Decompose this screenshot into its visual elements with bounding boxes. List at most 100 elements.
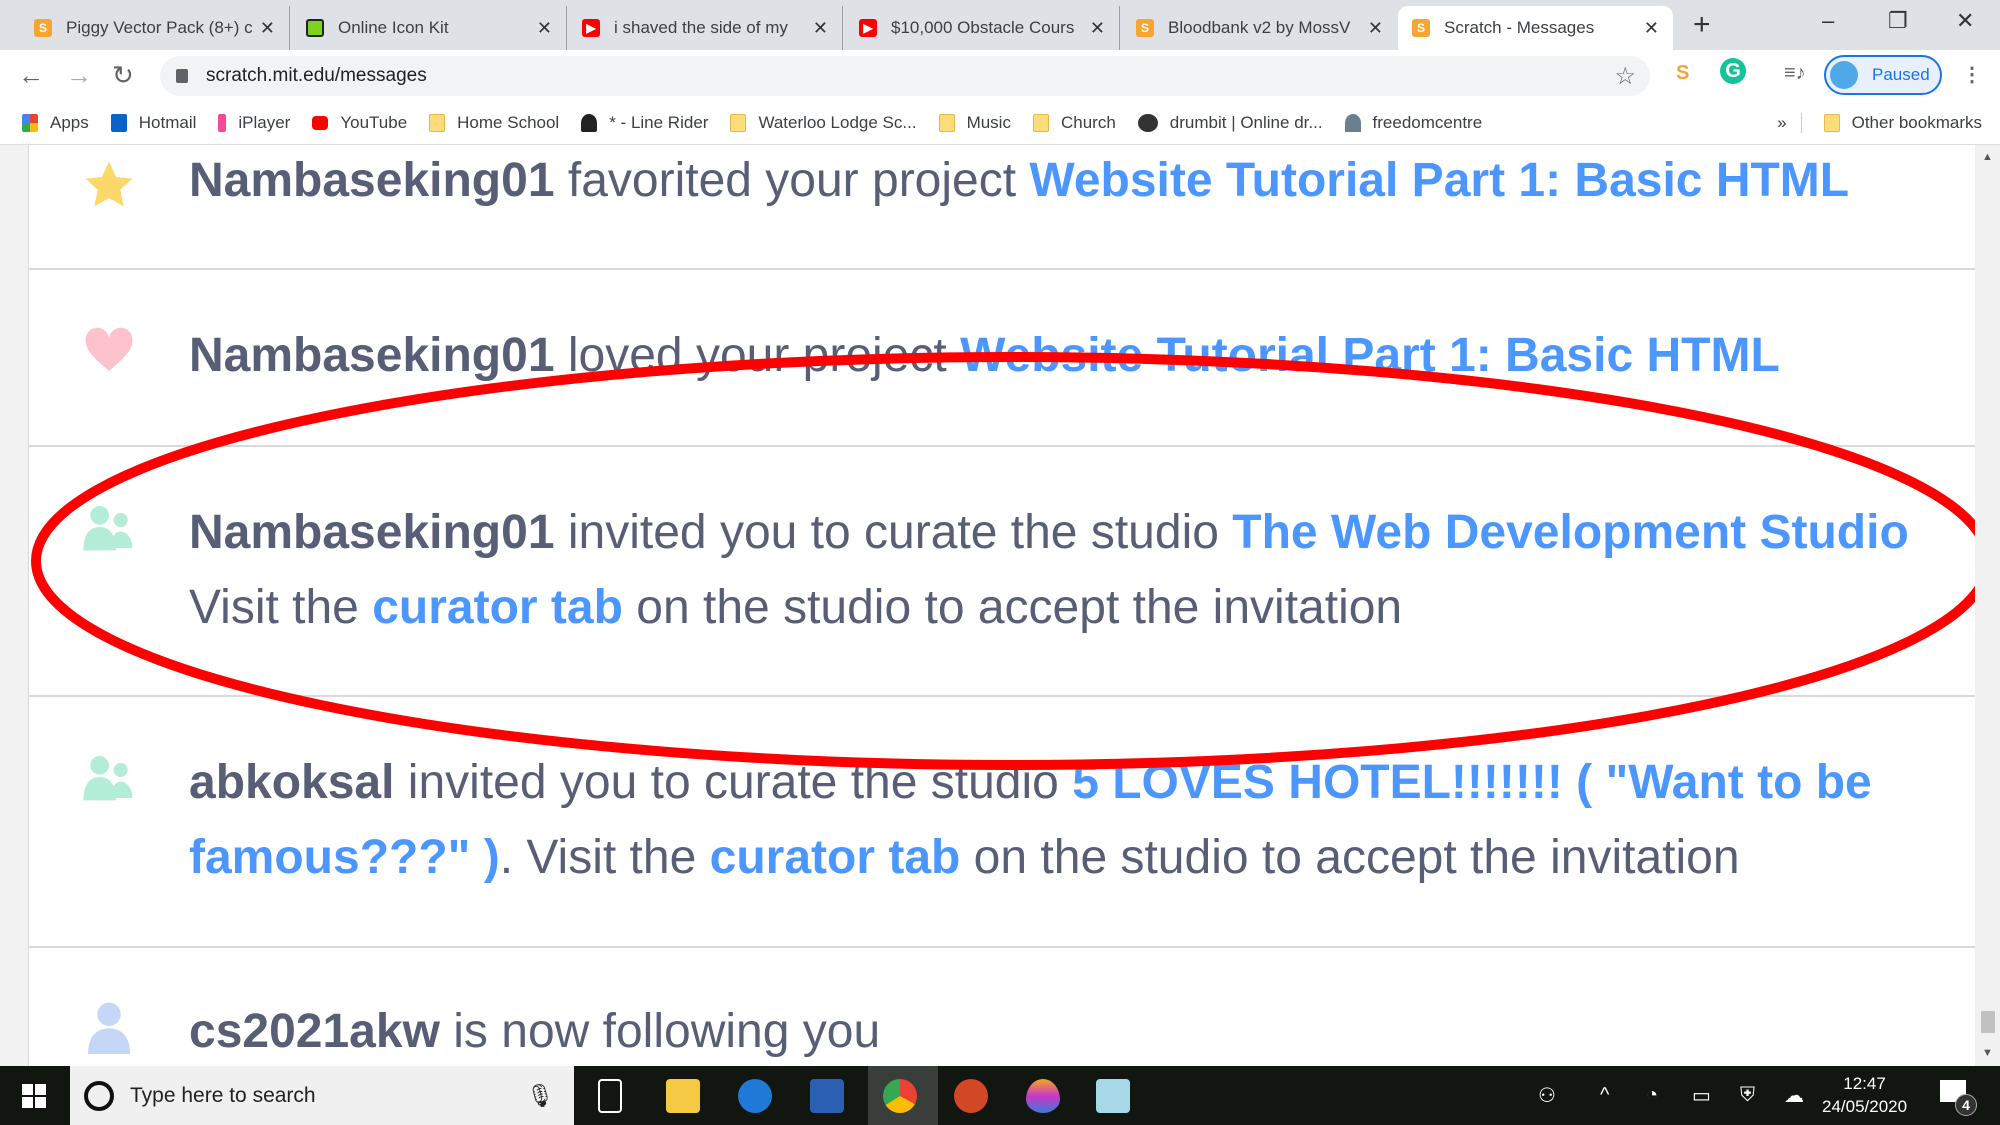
close-tab-icon[interactable]: ✕ (537, 18, 552, 39)
bookmark-church[interactable]: Church (1032, 113, 1116, 133)
curators-icon (83, 506, 133, 551)
cortana-icon (84, 1080, 114, 1111)
icon-kit-icon (306, 19, 324, 37)
bookmarks-overflow-button[interactable]: » (1777, 113, 1802, 133)
heart-icon (85, 327, 133, 371)
scroll-down-arrow[interactable]: ▼ (1982, 1047, 1993, 1059)
messages-page: Nambaseking01 favorited your project Web… (0, 145, 2000, 1066)
people-icon[interactable]: ⚇ (1538, 1066, 1556, 1125)
folder-icon (1823, 114, 1840, 132)
bookmark-drumbit[interactable]: drumbit | Online dr... (1137, 113, 1323, 133)
scrollbar[interactable]: ▲ ▼ (1975, 145, 2000, 1066)
curators-icon (83, 756, 133, 801)
project-link[interactable]: Website Tutorial Part 1: Basic HTML (1029, 154, 1849, 207)
bookmark-apps[interactable]: Apps (22, 113, 89, 133)
notification-count-badge: 4 (1955, 1094, 1977, 1116)
tab-bloodbank[interactable]: S Bloodbank v2 by MossV ✕ (1122, 6, 1397, 50)
message-item: Nambaseking01 loved your project Website… (29, 270, 1975, 447)
project-link[interactable]: Website Tutorial Part 1: Basic HTML (960, 329, 1780, 382)
username-link[interactable]: cs2021akw (189, 1005, 440, 1058)
username-link[interactable]: Nambaseking01 (189, 154, 555, 207)
close-tab-icon[interactable]: ✕ (260, 18, 275, 39)
bookmarks-bar: Apps Hotmail iPlayer YouTube Home School… (0, 102, 2000, 145)
bookmark-line-rider[interactable]: * - Line Rider (581, 113, 708, 133)
youtube-icon: ▶ (859, 19, 877, 37)
windows-taskbar: Type here to search 🎙 ⚇ ^ ◔ ▭ ⛨ ☁ 12:47 24… (0, 1066, 2000, 1125)
restore-button[interactable]: ❐ (1888, 8, 1908, 34)
onedrive-icon[interactable]: ☁ (1784, 1066, 1804, 1125)
media-controls-icon[interactable]: ≡♪ (1784, 62, 1806, 85)
youtube-icon (312, 116, 329, 130)
show-hidden-icons[interactable]: ^ (1600, 1066, 1609, 1125)
task-view-icon[interactable] (598, 1079, 622, 1113)
freedomcentre-icon (1344, 114, 1361, 132)
bookmark-iplayer[interactable]: iPlayer (218, 113, 290, 133)
battery-icon[interactable]: ▭ (1692, 1066, 1711, 1125)
address-bar[interactable]: scratch.mit.edu/messages ☆ (160, 56, 1650, 96)
minimize-button[interactable]: – (1822, 8, 1834, 34)
new-tab-button[interactable]: + (1693, 8, 1711, 42)
taskbar-search-input[interactable]: Type here to search 🎙 (70, 1066, 574, 1125)
folder-icon (1032, 114, 1049, 132)
youtube-icon: ▶ (582, 19, 600, 37)
studio-link[interactable]: The Web Development Studio (1232, 506, 1909, 559)
grammarly-icon[interactable]: G (1720, 58, 1746, 84)
username-link[interactable]: abkoksal (189, 756, 394, 809)
forward-button[interactable]: → (66, 60, 92, 91)
reload-button[interactable]: ↻ (112, 60, 134, 91)
file-explorer-icon[interactable] (666, 1079, 700, 1113)
close-tab-icon[interactable]: ✕ (1090, 18, 1105, 39)
microphone-icon[interactable]: 🎙 (526, 1083, 554, 1109)
star-icon (85, 161, 133, 207)
close-tab-icon[interactable]: ✕ (1368, 18, 1383, 39)
bookmark-star-icon[interactable]: ☆ (1614, 62, 1636, 91)
wifi-icon[interactable]: ◔ (1646, 1066, 1658, 1125)
user-icon (88, 1002, 130, 1054)
tab-online-icon-kit[interactable]: Online Icon Kit ✕ (292, 6, 567, 50)
tab-scratch-messages[interactable]: S Scratch - Messages ✕ (1398, 6, 1673, 50)
profile-button[interactable]: Paused (1824, 55, 1942, 95)
tab-youtube-2[interactable]: ▶ $10,000 Obstacle Cours ✕ (845, 6, 1120, 50)
bookmark-other[interactable]: Other bookmarks (1823, 113, 1982, 133)
notes-app-icon[interactable] (1096, 1079, 1130, 1113)
url-text: scratch.mit.edu/messages (206, 65, 427, 86)
scroll-up-arrow[interactable]: ▲ (1982, 151, 1993, 163)
curator-tab-link[interactable]: curator tab (710, 831, 961, 884)
bookmark-home-school[interactable]: Home School (429, 113, 559, 133)
bookmark-music[interactable]: Music (938, 113, 1011, 133)
clock[interactable]: 12:47 24/05/2020 (1822, 1072, 1907, 1118)
message-item: Nambaseking01 favorited your project Web… (29, 145, 1975, 270)
powerpoint-icon[interactable] (954, 1079, 988, 1113)
bookmark-youtube[interactable]: YouTube (312, 113, 407, 133)
tab-bar: S Piggy Vector Pack (8+) c ✕ Online Icon K… (0, 0, 2000, 50)
chrome-icon[interactable] (883, 1079, 917, 1113)
folder-icon (429, 114, 446, 132)
back-button[interactable]: ← (18, 60, 44, 91)
tab-piggy[interactable]: S Piggy Vector Pack (8+) c ✕ (20, 6, 290, 50)
username-link[interactable]: Nambaseking01 (189, 506, 555, 559)
close-tab-icon[interactable]: ✕ (1644, 18, 1659, 39)
close-tab-icon[interactable]: ✕ (813, 18, 828, 39)
edge-icon[interactable] (738, 1079, 772, 1113)
bookmark-hotmail[interactable]: Hotmail (110, 113, 196, 133)
scratch-icon: S (34, 19, 52, 37)
bookmark-freedomcentre[interactable]: freedomcentre (1344, 113, 1482, 133)
outlook-icon (110, 114, 127, 132)
paint-3d-icon[interactable] (1026, 1079, 1060, 1113)
menu-icon[interactable]: ⋮ (1962, 62, 1982, 87)
iplayer-icon (218, 114, 227, 132)
windows-start-icon[interactable] (22, 1084, 46, 1108)
scratch-extension-icon[interactable]: S (1676, 62, 1689, 85)
username-link[interactable]: Nambaseking01 (189, 329, 555, 382)
message-item: Nambaseking01 invited you to curate the … (29, 447, 1975, 697)
lock-icon (176, 69, 188, 83)
curator-tab-link[interactable]: curator tab (372, 581, 623, 634)
browser-toolbar: ← → ↻ scratch.mit.edu/messages ☆ S G ≡♪ … (0, 50, 2000, 102)
tab-youtube-1[interactable]: ▶ i shaved the side of my ✕ (568, 6, 843, 50)
word-icon[interactable] (810, 1079, 844, 1113)
security-warning-icon[interactable]: ⛨ (1740, 1066, 1755, 1125)
close-window-button[interactable]: ✕ (1956, 8, 1974, 34)
bookmark-waterloo[interactable]: Waterloo Lodge Sc... (730, 113, 917, 133)
folder-icon (938, 114, 955, 132)
scrollbar-thumb[interactable] (1981, 1011, 1995, 1033)
